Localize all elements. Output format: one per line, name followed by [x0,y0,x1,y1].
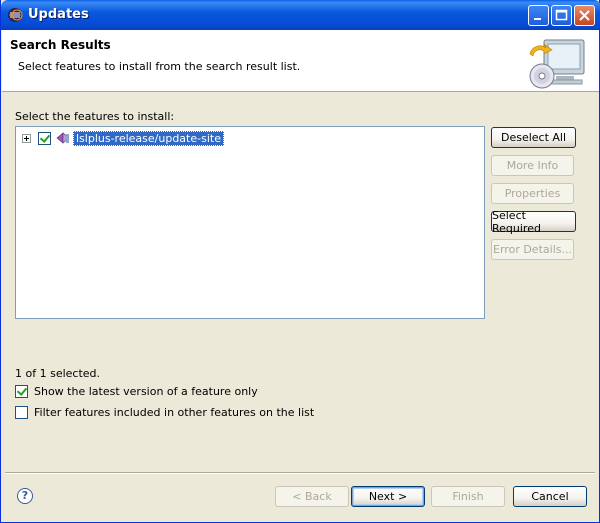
wizard-header: Search Results Select features to instal… [2,30,599,92]
error-details-button[interactable]: Error Details... [491,239,574,260]
tree-item[interactable]: lslplus-release/update-site [22,130,224,146]
title-bar[interactable]: Updates [1,0,600,30]
back-button[interactable]: < Back [275,486,349,507]
expand-icon[interactable] [22,133,31,143]
latest-version-checkbox[interactable] [15,385,28,398]
maximize-button[interactable] [551,5,572,26]
option-filter-included[interactable]: Filter features included in other featur… [15,406,314,419]
update-site-icon [56,132,70,144]
finish-button[interactable]: Finish [431,486,505,507]
properties-button[interactable]: Properties [491,183,574,204]
cancel-button[interactable]: Cancel [513,486,587,507]
more-info-button[interactable]: More Info [491,155,574,176]
features-list-label: Select the features to install: [15,110,175,123]
help-icon[interactable]: ? [17,488,33,504]
feature-checkbox[interactable] [38,131,51,145]
minimize-button[interactable] [528,5,549,26]
filter-included-label[interactable]: Filter features included in other featur… [34,406,314,419]
eclipse-icon [8,8,23,22]
maximize-icon [555,9,568,21]
page-title: Search Results [10,38,111,52]
deselect-all-button[interactable]: Deselect All [491,127,576,148]
close-button[interactable] [574,5,595,26]
option-latest-version[interactable]: Show the latest version of a feature onl… [15,385,258,398]
select-required-button[interactable]: Select Required [491,209,576,235]
selection-status: 1 of 1 selected. [15,367,101,380]
page-description: Select features to install from the sear… [18,60,301,73]
filter-included-checkbox[interactable] [15,406,28,419]
features-tree[interactable]: lslplus-release/update-site [15,126,485,319]
latest-version-label[interactable]: Show the latest version of a feature onl… [34,385,258,398]
updates-dialog: Updates Search Results Select features t… [0,0,600,523]
next-button[interactable]: Next > [351,486,425,507]
minimize-icon [534,18,541,20]
feature-label[interactable]: lslplus-release/update-site [73,130,224,146]
window-title: Updates [28,7,89,22]
close-icon [579,10,590,21]
install-wizard-icon [529,39,585,89]
footer-separator [5,472,595,474]
